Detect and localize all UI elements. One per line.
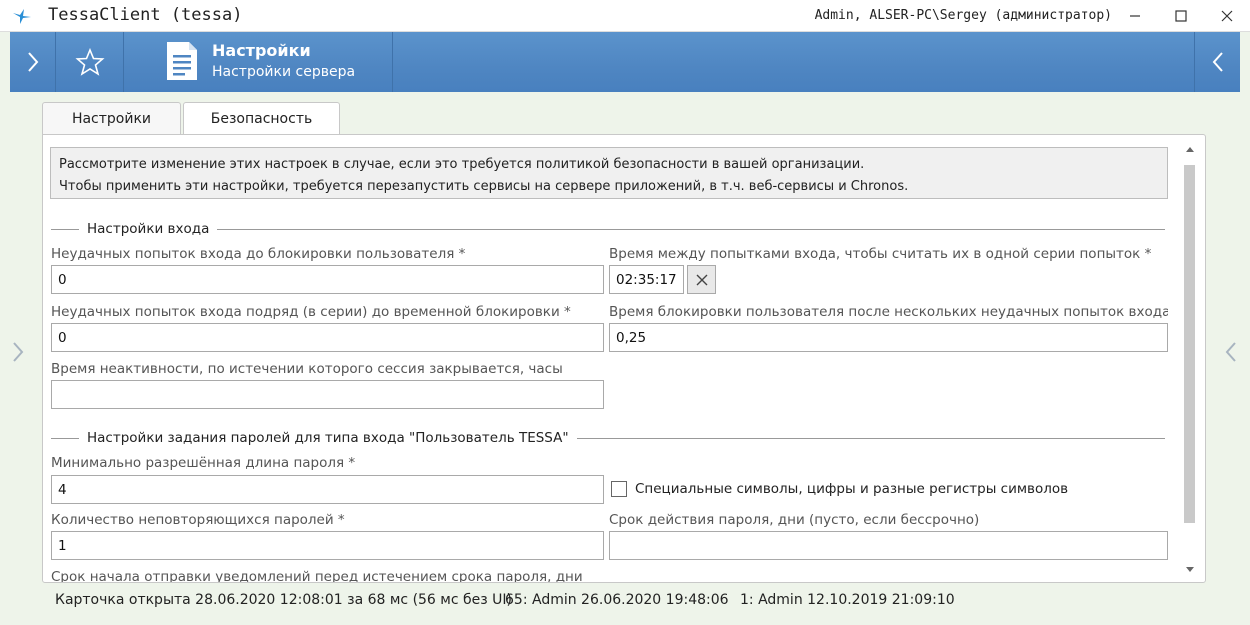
lock-time-input[interactable]: 0,25 xyxy=(609,323,1168,352)
chevron-left-icon xyxy=(1212,52,1223,72)
card-subtitle: Настройки сервера xyxy=(212,64,356,80)
unique-count-label: Количество неповторяющихся паролей * xyxy=(51,512,345,528)
favorite-button[interactable] xyxy=(56,32,124,92)
section-title: Настройки входа xyxy=(87,221,210,237)
info-line-2: Чтобы применить эти настройки, требуется… xyxy=(59,179,909,194)
section-title: Настройки задания паролей для типа входа… xyxy=(87,430,569,446)
min-length-label: Минимально разрешённая длина пароля * xyxy=(51,455,356,471)
right-panel-chevron-icon[interactable] xyxy=(1224,340,1238,364)
close-icon xyxy=(1221,10,1233,22)
user-info: Admin, ALSER-PC\Sergey (администратор) xyxy=(814,8,1112,23)
maximize-button[interactable] xyxy=(1158,0,1204,32)
info-line-1: Рассмотрите изменение этих настроек в сл… xyxy=(59,157,865,172)
tab-security[interactable]: Безопасность xyxy=(183,102,340,135)
expand-left-panel-button[interactable] xyxy=(10,32,56,92)
card-content: Настройки Безопасность Рассмотрите измен… xyxy=(42,102,1217,583)
failed-attempts-input[interactable]: 0 xyxy=(51,265,604,294)
info-message: Рассмотрите изменение этих настроек в сл… xyxy=(50,147,1168,199)
special-chars-label[interactable]: Специальные символы, цифры и разные реги… xyxy=(635,481,1068,497)
notify-label: Срок начала отправки уведомлений перед и… xyxy=(51,569,583,583)
scroll-up-button[interactable] xyxy=(1183,139,1197,159)
clear-time-button[interactable] xyxy=(687,265,716,294)
minimize-button[interactable] xyxy=(1112,0,1158,32)
card-title: Настройки xyxy=(212,41,311,60)
close-icon xyxy=(696,274,707,285)
title-bar: TessaClient (tessa) Admin, ALSER-PC\Serg… xyxy=(0,0,1250,32)
login-settings-header: Настройки входа xyxy=(51,219,1165,239)
status-version: 65: Admin 26.06.2020 19:48:06 xyxy=(505,592,729,608)
inactivity-label: Время неактивности, по истечении которог… xyxy=(51,361,563,377)
expiry-label: Срок действия пароля, дни (пусто, если б… xyxy=(609,512,980,528)
expand-right-panel-button[interactable] xyxy=(1194,32,1240,92)
consecutive-attempts-input[interactable]: 0 xyxy=(51,323,604,352)
header-divider xyxy=(392,32,393,92)
expiry-input[interactable] xyxy=(609,531,1168,560)
series-time-label: Время между попытками входа, чтобы счита… xyxy=(609,246,1152,262)
card-header: Настройки Настройки сервера xyxy=(10,32,1240,92)
status-bar: Карточка открыта 28.06.2020 12:08:01 за … xyxy=(55,592,1205,612)
window-title: TessaClient (tessa) xyxy=(48,5,243,25)
failed-attempts-label: Неудачных попыток входа до блокировки по… xyxy=(51,246,466,262)
inactivity-input[interactable] xyxy=(51,380,604,409)
maximize-icon xyxy=(1175,10,1187,22)
vertical-scrollbar[interactable] xyxy=(1183,139,1197,579)
consecutive-attempts-label: Неудачных попыток входа подряд (в серии)… xyxy=(51,304,571,320)
unique-count-input[interactable]: 1 xyxy=(51,531,604,560)
status-created: 1: Admin 12.10.2019 21:09:10 xyxy=(740,592,955,608)
minimize-icon xyxy=(1130,15,1140,17)
password-settings-header: Настройки задания паролей для типа входа… xyxy=(51,428,1165,448)
lock-time-label: Время блокировки пользователя после неск… xyxy=(609,304,1168,320)
close-button[interactable] xyxy=(1204,0,1250,32)
document-icon xyxy=(167,42,197,80)
triangle-down-icon xyxy=(1186,566,1194,572)
series-time-input[interactable]: 02:35:17 xyxy=(609,265,684,294)
star-icon xyxy=(74,48,105,76)
security-panel: Рассмотрите изменение этих настроек в сл… xyxy=(42,134,1206,583)
tab-settings[interactable]: Настройки xyxy=(42,102,181,134)
chevron-right-icon xyxy=(27,52,38,72)
scrollbar-thumb[interactable] xyxy=(1184,165,1195,523)
left-panel-chevron-icon[interactable] xyxy=(11,340,25,364)
status-opened: Карточка открыта 28.06.2020 12:08:01 за … xyxy=(55,592,512,608)
special-chars-checkbox[interactable] xyxy=(611,481,627,497)
scroll-down-button[interactable] xyxy=(1183,559,1197,579)
triangle-up-icon xyxy=(1186,146,1194,152)
min-length-input[interactable]: 4 xyxy=(51,475,604,504)
tessa-bird-icon xyxy=(13,9,31,24)
